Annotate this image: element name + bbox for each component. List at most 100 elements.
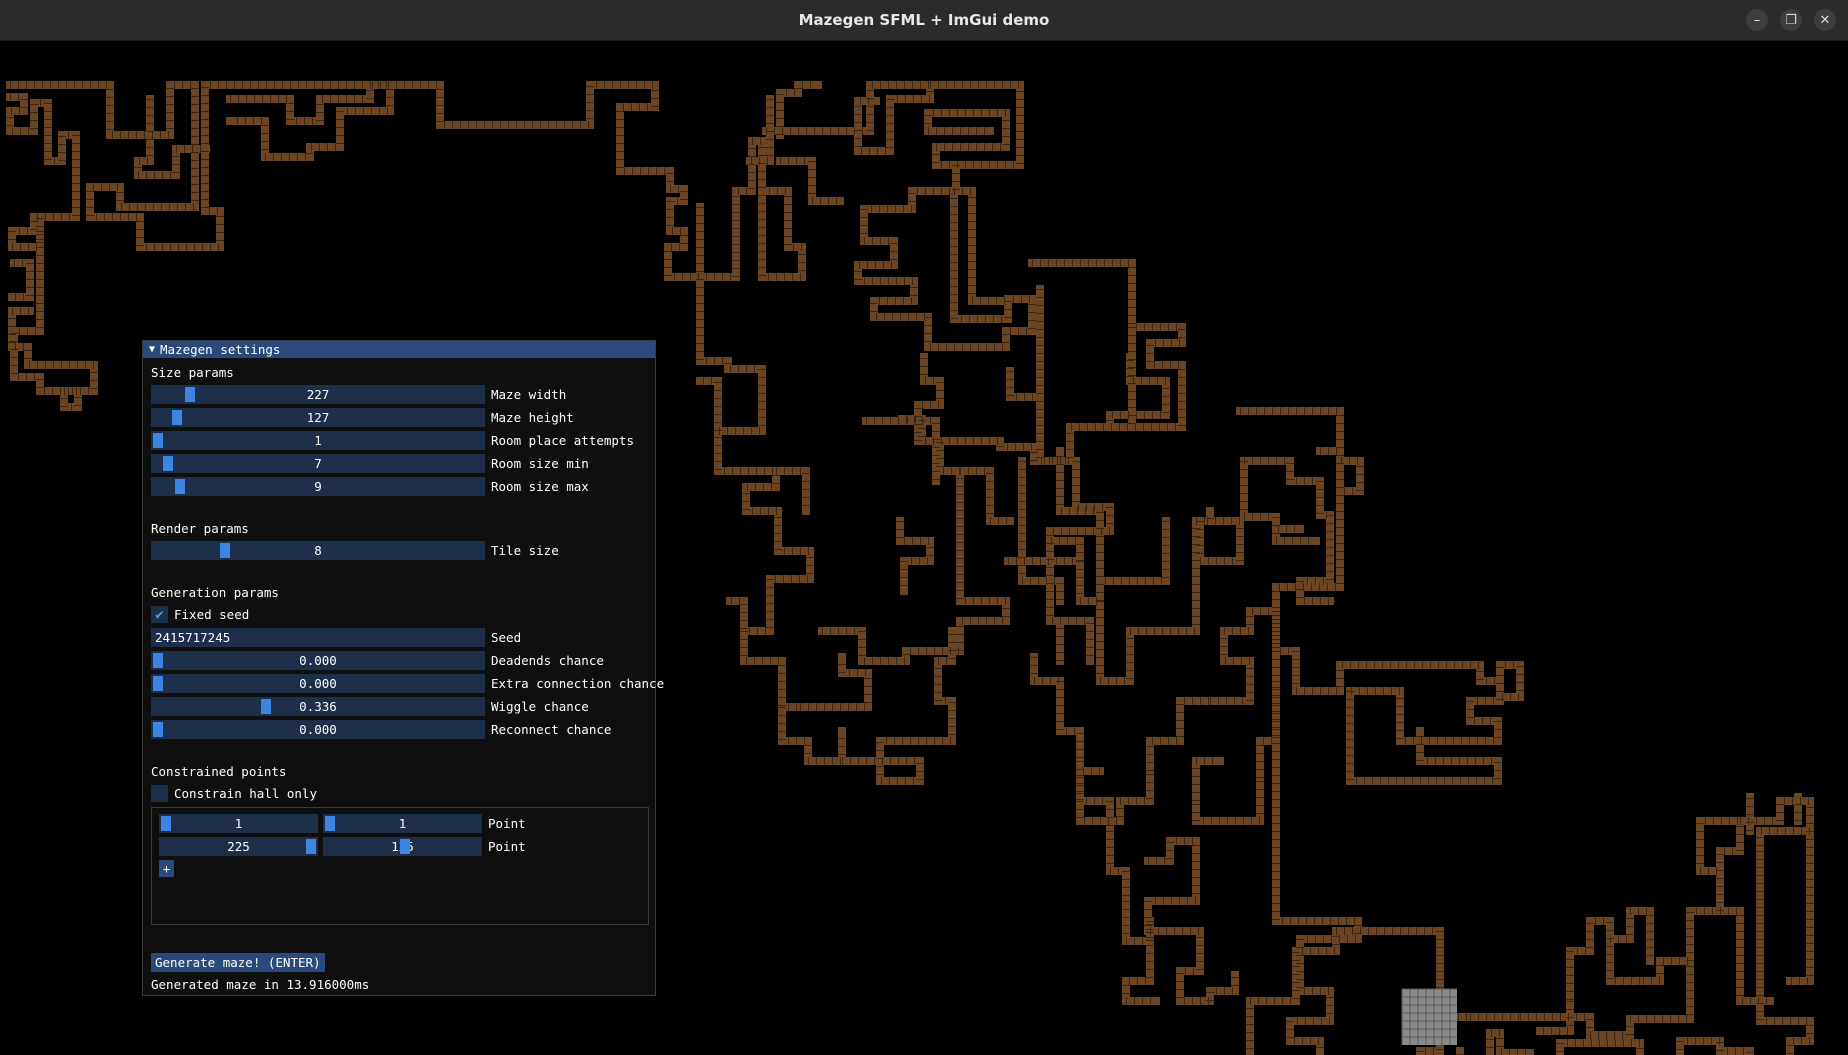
reconnect-chance-row: 0.000 Reconnect chance [151,720,611,739]
constrain-hall-only-checkbox[interactable] [151,785,168,802]
seed-input[interactable]: 2415717245 [151,628,485,647]
slider-label: Wiggle chance [491,699,589,714]
collapse-triangle-icon[interactable]: ▼ [149,344,155,355]
slider-value: 0.000 [299,676,337,691]
slider-grab[interactable] [260,699,271,714]
reconnect-chance-slider[interactable]: 0.000 [151,720,485,739]
size-params-header: Size params [151,365,234,380]
maze-corridor-texture [1220,781,1264,825]
maze-width-slider[interactable]: 227 [151,385,485,404]
maze-corridor-texture [800,657,872,711]
slider-grab[interactable] [153,722,163,737]
slider-label: Extra connection chance [491,676,665,691]
fixed-seed-checkbox[interactable]: ✔ [151,606,168,623]
maze-corridor-texture [1756,851,1814,1041]
extra-connection-chance-row: 0.000 Extra connection chance [151,674,664,693]
maze-corridor [1606,907,1644,985]
maze-corridor-texture [1640,957,1694,991]
maze-corridor [726,575,774,635]
maze-corridor [1216,777,1264,825]
slider-value: 0.336 [299,699,337,714]
slider-value: 1 [398,816,407,831]
points-list-child[interactable]: 1 1 Point 225 125 Point + [151,807,649,925]
maze-corridor [1246,1037,1254,1055]
maze-corridor [934,627,956,739]
maze-corridor-texture [1606,911,1640,985]
room-size-min-slider[interactable]: 7 [151,454,485,473]
slider-grab[interactable] [325,816,335,831]
wiggle-chance-slider[interactable]: 0.336 [151,697,485,716]
slider-grab[interactable] [306,839,316,854]
maze-height-slider[interactable]: 127 [151,408,485,427]
maze-corridor-texture [776,467,810,511]
slider-grab[interactable] [175,479,186,494]
settings-title: Mazegen settings [160,342,281,357]
maze-corridor [1192,757,1224,805]
tile-size-slider[interactable]: 8 [151,541,485,560]
maze-corridor [1206,971,1239,1005]
maze-corridor [1636,1037,1724,1055]
slider-grab[interactable] [220,543,231,558]
slider-grab[interactable] [153,676,163,691]
maze-corridor [772,467,810,515]
slider-label: Room size min [491,456,589,471]
point-y-slider[interactable]: 1 [323,814,482,833]
slider-grab[interactable] [161,816,171,831]
slider-grab[interactable] [153,653,163,668]
extra-connection-chance-slider[interactable]: 0.000 [151,674,485,693]
maze-corridor-texture [1056,617,1094,661]
slider-grab[interactable] [400,839,411,854]
slider-value: 1 [314,433,322,448]
maze-corridor [1786,827,1814,985]
room-place-attempts-slider[interactable]: 1 [151,431,485,450]
room-size-min-row: 7 Room size min [151,454,589,473]
slider-label: Reconnect chance [491,722,612,737]
maze-corridor [226,81,740,281]
maze-corridor-texture [1272,687,1362,943]
window-titlebar[interactable]: Mazegen SFML + ImGui demo – ❐ ✕ [0,0,1848,41]
maze-width-row: 227 Maze width [151,385,566,404]
maze-corridor [1272,683,1362,943]
slider-label: Room size max [491,479,589,494]
maze-corridor [1292,647,1524,701]
checkmark-icon: ✔ [155,606,164,623]
minimize-button[interactable]: – [1746,9,1768,31]
maximize-button[interactable]: ❐ [1780,9,1802,31]
maze-corridor [1756,847,1814,1045]
slider-value: 225 [227,839,250,854]
close-button[interactable]: ✕ [1814,9,1836,31]
maze-corridor [778,703,846,765]
slider-grab[interactable] [172,410,183,425]
slider-value: 7 [314,456,322,471]
maze-corridor-texture [1210,631,1254,705]
generation-status: Generated maze in 13.916000ms [151,977,370,992]
checkbox-label: Constrain hall only [174,786,317,801]
slider-grab[interactable] [185,387,195,402]
add-point-button[interactable]: + [159,860,174,877]
slider-grab[interactable] [153,433,163,448]
point-x-slider[interactable]: 1 [159,814,318,833]
maze-corridor [1206,627,1254,705]
point-label: Point [488,839,526,854]
maze-corridor [6,93,80,251]
maze-corridor [740,627,804,711]
maze-corridor-texture [1196,517,1244,565]
settings-title-bar[interactable]: ▼ Mazegen settings [143,341,655,358]
mazegen-settings-window[interactable]: ▼ Mazegen settings Size params 227 Maze … [142,340,664,996]
maze-corridor [1586,987,1694,1039]
maze-corridor-texture [740,631,800,711]
maze-corridor [1486,1029,1504,1055]
deadends-chance-slider[interactable]: 0.000 [151,651,485,670]
point-y-slider[interactable]: 125 [323,837,482,856]
maze-corridor [1106,827,1130,905]
maze-corridor-texture [1590,991,1694,1039]
point-label: Point [488,816,526,831]
maze-corridor-texture [854,165,960,321]
slider-grab[interactable] [162,456,173,471]
generate-maze-button[interactable]: Generate maze! (ENTER) [151,953,325,972]
point-x-slider[interactable]: 225 [159,837,318,856]
generation-params-header: Generation params [151,585,279,600]
seed-row: 2415717245 Seed [151,628,521,647]
room-size-max-slider[interactable]: 9 [151,477,485,496]
maze-corridor [1028,259,1186,431]
